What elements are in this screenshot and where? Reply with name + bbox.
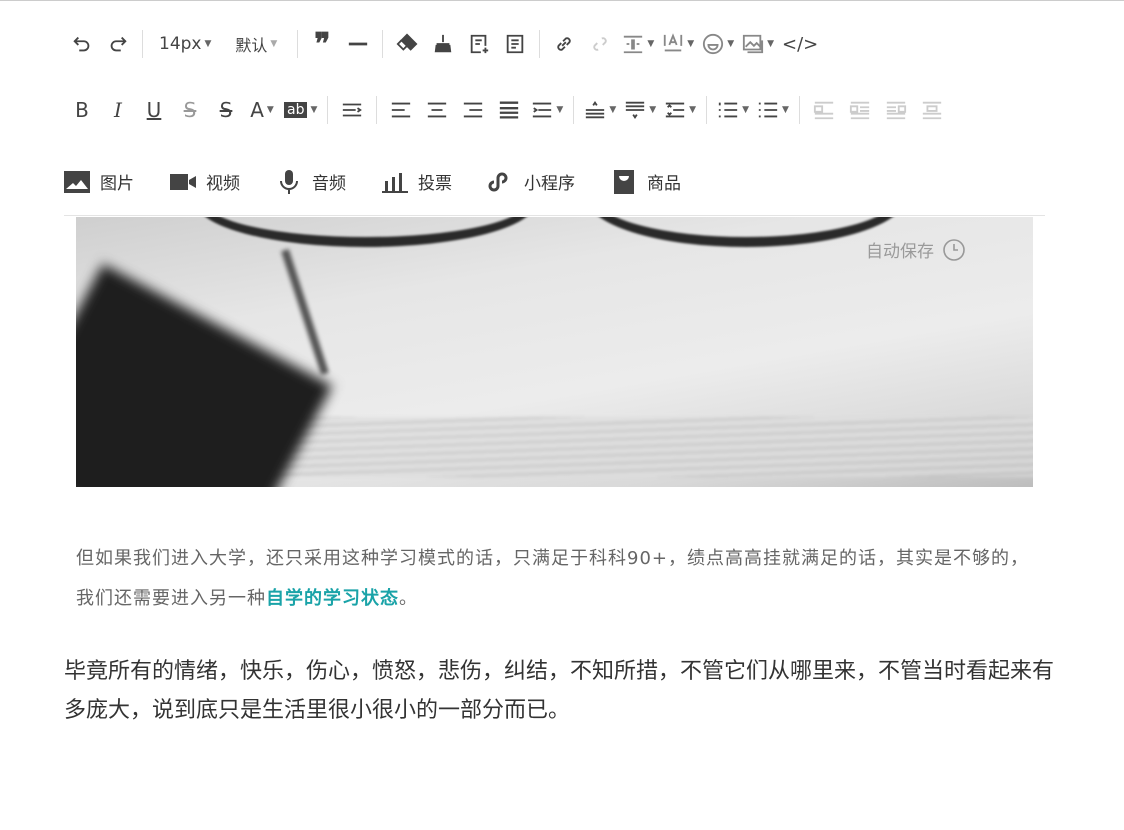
font-size-value: 14px — [159, 34, 202, 54]
autosave-label: 自动保存 — [866, 242, 934, 262]
paragraph-spacing-top-icon[interactable]: ▼ — [584, 95, 616, 125]
toolbar-row-2: B I U S S A ▼ ab ▼ ▼ ▼ ▼ ▼ ▼ ▼ — [64, 92, 950, 128]
blockquote-icon[interactable]: ❞ — [308, 27, 336, 62]
divider — [297, 30, 299, 58]
body-paragraph[interactable]: 毕竟所有的情绪，快乐，伤心，愤怒，悲伤，纠结，不知所措，不管它们从哪里来，不管当… — [64, 652, 1054, 730]
divider — [798, 96, 800, 124]
image-caption-paragraph[interactable]: 但如果我们进入大学，还只采用这种学习模式的话，只满足于科科90+，绩点高高挂就满… — [76, 539, 1046, 619]
strikethrough-light-icon[interactable]: S — [176, 95, 204, 125]
underline-icon[interactable]: U — [140, 95, 168, 125]
eraser-icon[interactable] — [393, 29, 421, 59]
autosave-indicator: 自动保存 — [866, 237, 966, 262]
divider — [327, 96, 329, 124]
letter-spacing-icon[interactable]: ▼ — [662, 29, 694, 59]
horizontal-rule-icon[interactable] — [344, 29, 372, 59]
float-center-icon[interactable] — [846, 95, 874, 125]
media-label: 投票 — [418, 174, 452, 194]
toolbar-row-1: 14px ▼ 默认 ▼ ❞ ▼ ▼ ▼ ▼ </> — [64, 26, 822, 62]
divider — [539, 30, 541, 58]
font-family-value: 默认 — [235, 36, 268, 55]
divider — [573, 96, 575, 124]
caret-icon: ▼ — [270, 39, 278, 49]
caret-icon: ▼ — [647, 39, 655, 49]
shopping-bag-icon — [614, 169, 634, 194]
image-style-icon[interactable]: ▼ — [742, 29, 774, 59]
unordered-list-icon[interactable]: ▼ — [757, 95, 789, 125]
ordered-list-icon[interactable]: ▼ — [717, 95, 749, 125]
insert-audio-button[interactable]: 音频 — [276, 169, 346, 194]
toolbar-divider — [64, 215, 1045, 216]
indent-icon[interactable] — [338, 95, 366, 125]
caret-icon: ▼ — [556, 105, 564, 115]
align-center-icon[interactable] — [423, 95, 451, 125]
float-left-icon[interactable] — [810, 95, 838, 125]
caption-text: 但如果我们进入大学，还只采用这种学习模式的话，只满足于科科90+，绩点高高挂就满… — [76, 548, 1029, 609]
format-brush-icon[interactable] — [429, 29, 457, 59]
undo-button[interactable] — [68, 29, 96, 59]
bold-icon[interactable]: B — [68, 95, 96, 125]
redo-button[interactable] — [104, 29, 132, 59]
link-icon[interactable] — [550, 29, 578, 59]
divider — [706, 96, 708, 124]
caret-icon: ▼ — [689, 105, 697, 115]
divider — [376, 96, 378, 124]
background-color-icon[interactable]: ab ▼ — [284, 95, 317, 125]
align-right-icon[interactable] — [459, 95, 487, 125]
divider — [382, 30, 384, 58]
caret-icon: ▼ — [310, 105, 318, 115]
source-code-icon[interactable]: </> — [782, 29, 818, 59]
align-left-icon[interactable] — [387, 95, 415, 125]
image-icon — [64, 170, 90, 193]
italic-icon[interactable]: I — [104, 95, 132, 125]
media-label: 图片 — [100, 174, 134, 194]
insert-image-button[interactable]: 图片 — [64, 169, 134, 194]
caret-icon: ▼ — [727, 39, 735, 49]
clock-icon — [943, 238, 965, 261]
media-label: 音频 — [312, 174, 346, 194]
font-family-select[interactable]: 默认 ▼ — [235, 29, 277, 59]
media-label: 视频 — [206, 174, 240, 194]
insert-miniprogram-button[interactable]: 小程序 — [488, 169, 575, 194]
insert-product-button[interactable]: 商品 — [611, 169, 681, 194]
justify-icon[interactable] — [495, 95, 523, 125]
bar-chart-icon — [382, 172, 408, 193]
strikethrough-icon[interactable]: S — [212, 95, 240, 125]
caret-icon: ▼ — [204, 39, 212, 49]
font-size-select[interactable]: 14px ▼ — [159, 29, 211, 59]
paragraph-spacing-bottom-icon[interactable]: ▼ — [624, 95, 656, 125]
caption-highlight: 自学的学习状态 — [266, 588, 399, 609]
miniprogram-icon — [488, 171, 508, 191]
caret-icon: ▼ — [609, 105, 617, 115]
caret-icon: ▼ — [742, 105, 749, 115]
insert-vote-button[interactable]: 投票 — [382, 169, 452, 194]
line-height-icon[interactable]: ▼ — [664, 95, 696, 125]
microphone-icon — [280, 169, 298, 194]
caret-icon: ▼ — [767, 39, 775, 49]
divider — [142, 30, 143, 58]
media-label: 商品 — [647, 174, 681, 194]
indent-list-icon[interactable]: ▼ — [531, 95, 563, 125]
insert-video-button[interactable]: 视频 — [170, 169, 240, 194]
caret-icon: ▼ — [782, 105, 789, 115]
caret-icon: ▼ — [649, 105, 657, 115]
font-color-icon[interactable]: A ▼ — [248, 95, 276, 125]
column-layout-icon[interactable]: ▼ — [622, 29, 654, 59]
media-toolbar: 图片 视频 音频 投票 小程序 商品 — [64, 169, 717, 194]
block-image-icon[interactable] — [918, 95, 946, 125]
document-icon[interactable] — [501, 29, 529, 59]
emoji-icon[interactable]: ▼ — [702, 29, 734, 59]
caret-icon: ▼ — [266, 105, 274, 115]
insert-template-icon[interactable] — [465, 29, 493, 59]
caret-icon: ▼ — [687, 39, 695, 49]
media-label: 小程序 — [524, 174, 575, 194]
unlink-icon[interactable] — [586, 29, 614, 59]
video-icon — [170, 173, 196, 190]
caption-end: 。 — [399, 588, 418, 609]
float-right-icon[interactable] — [882, 95, 910, 125]
